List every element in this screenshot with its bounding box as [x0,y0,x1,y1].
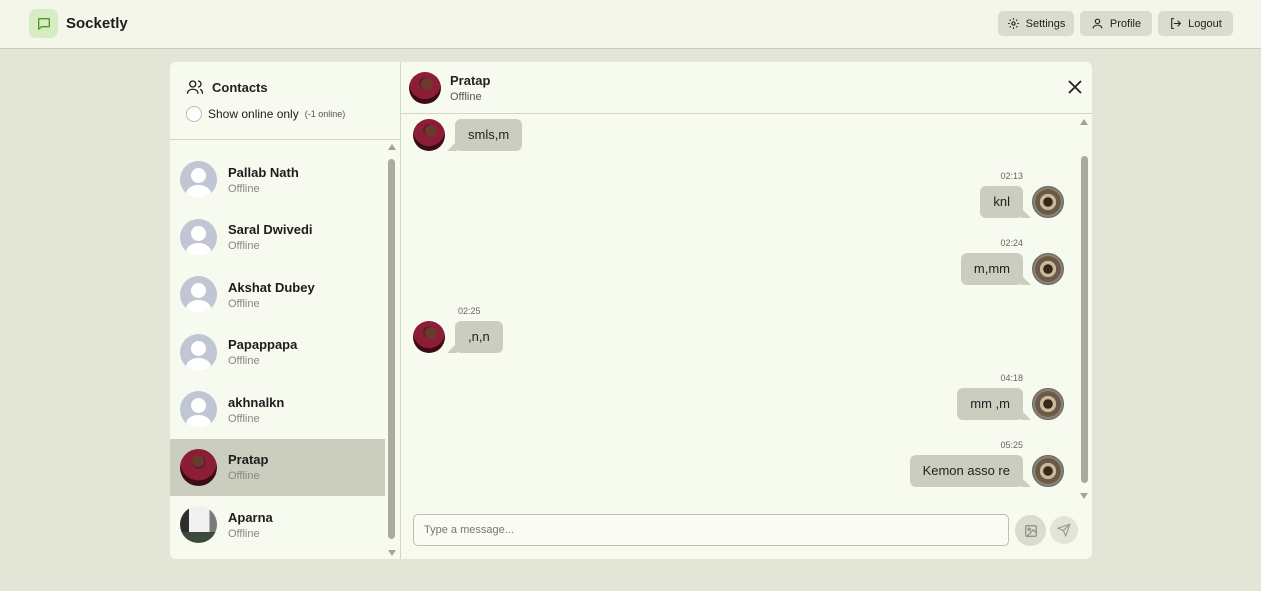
send-button[interactable] [1050,516,1078,544]
contact-status: Offline [228,355,260,368]
scroll-thumb[interactable] [1081,156,1088,483]
default-user-icon [180,391,217,429]
contact-item[interactable]: Papappapa Offline [170,324,385,382]
logout-label: Logout [1188,17,1222,30]
contact-name: Papappapa [228,337,298,353]
contact-name: Aparna [228,509,273,525]
scroll-down-arrow-icon[interactable] [1080,493,1088,499]
profile-button[interactable]: Profile [1080,11,1152,36]
contact-name: Pallab Nath [228,164,299,180]
contact-status: Offline [228,240,260,253]
contact-name: Saral Dwivedi [228,222,313,238]
settings-label: Settings [1025,17,1066,30]
contact-status: Offline [228,182,260,195]
avatar [413,321,445,353]
online-count: (-1 online) [304,109,346,119]
contact-item-active[interactable]: Pratap Offline [170,438,385,496]
scroll-up-arrow-icon[interactable] [1080,119,1088,125]
default-user-icon [180,161,217,199]
contact-name: Akshat Dubey [228,279,315,295]
image-icon [1024,524,1037,537]
contact-item[interactable]: Saral Dwivedi Offline [170,209,385,267]
message-time: 02:13 [1000,171,1023,181]
contacts-title: Contacts [186,78,268,96]
close-chat-button[interactable] [1068,80,1082,99]
contact-item[interactable]: Pallab Nath Offline [170,151,385,209]
online-only-label: Show online only [208,107,299,121]
default-user-icon [180,276,217,314]
avatar [413,119,445,151]
logout-icon [1171,18,1182,29]
contacts-header: Contacts Show online only (-1 online) [170,62,400,140]
contact-status: Offline [228,527,260,540]
send-icon [1057,523,1071,537]
message-sent: 02:24 m,mm [864,238,1064,288]
message-composer [401,502,1092,559]
contact-list: Pallab Nath Offline Saral Dwivedi Offlin… [170,151,385,554]
contacts-scrollbar[interactable] [387,144,396,556]
users-icon [186,80,204,94]
contact-name: akhnalkn [228,394,285,410]
messages-scrollbar[interactable] [1080,119,1089,499]
contact-name: Pratap [228,452,269,468]
attach-image-button[interactable] [1015,515,1046,546]
chat-contact-name: Pratap [450,73,491,88]
message-bubble: Kemon asso re [909,455,1032,487]
chat-container: Contacts Show online only (-1 online) Pa… [170,62,1092,559]
online-only-checkbox[interactable] [186,106,202,122]
default-user-icon [180,218,217,256]
contact-item[interactable]: akhnalkn Offline [170,381,385,439]
contact-status: Offline [228,470,260,483]
message-sent: 04:18 mm ,m [864,373,1064,423]
contacts-sidebar: Contacts Show online only (-1 online) Pa… [170,62,401,559]
top-navbar: Socketly Settings Profile Logout [0,0,1261,49]
avatar [1032,253,1064,285]
message-bubble: ,n,n [447,321,503,353]
chat-contact-status: Offline [450,91,482,103]
contacts-title-label: Contacts [212,79,268,95]
contact-item[interactable]: Aparna Offline [170,496,385,554]
close-icon [1068,80,1082,94]
message-bubble: mm ,m [957,388,1031,420]
avatar [1032,455,1064,487]
brand[interactable]: Socketly [29,9,128,38]
message-time: 05:25 [1000,440,1023,450]
chat-panel: Pratap Offline smls,m 02:13 knl 02:24 m,… [401,62,1092,559]
settings-button[interactable]: Settings [998,11,1074,36]
avatar [180,448,217,486]
scroll-thumb[interactable] [388,159,395,539]
message-time: 02:24 [1000,238,1023,248]
scroll-up-arrow-icon[interactable] [388,144,396,150]
profile-label: Profile [1109,17,1142,30]
message-input[interactable] [413,514,1009,546]
message-list: smls,m 02:13 knl 02:24 m,mm 02:25 ,n,n 0… [401,115,1092,500]
contact-status: Offline [228,297,260,310]
avatar [1032,388,1064,420]
contact-status: Offline [228,412,260,425]
message-received: 02:25 ,n,n [413,306,613,356]
avatar [1032,186,1064,218]
user-icon [1092,18,1103,29]
avatar [180,506,217,544]
chat-bubble-icon [29,9,58,38]
message-time: 02:25 [458,306,481,316]
gear-icon [1007,18,1019,29]
message-bubble: knl [980,186,1031,218]
message-sent: 02:13 knl [864,171,1064,221]
default-user-icon [180,333,217,371]
app-name: Socketly [66,15,128,32]
chat-header: Pratap Offline [401,62,1092,114]
message-time: 04:18 [1000,373,1023,383]
message-bubble: m,mm [960,253,1032,285]
logout-button[interactable]: Logout [1158,11,1233,36]
contact-item[interactable]: Akshat Dubey Offline [170,266,385,324]
message-sent: 05:25 Kemon asso re [864,440,1064,490]
avatar [409,72,441,104]
scroll-down-arrow-icon[interactable] [388,550,396,556]
message-bubble: smls,m [446,119,523,151]
online-filter[interactable]: Show online only (-1 online) [186,106,345,122]
